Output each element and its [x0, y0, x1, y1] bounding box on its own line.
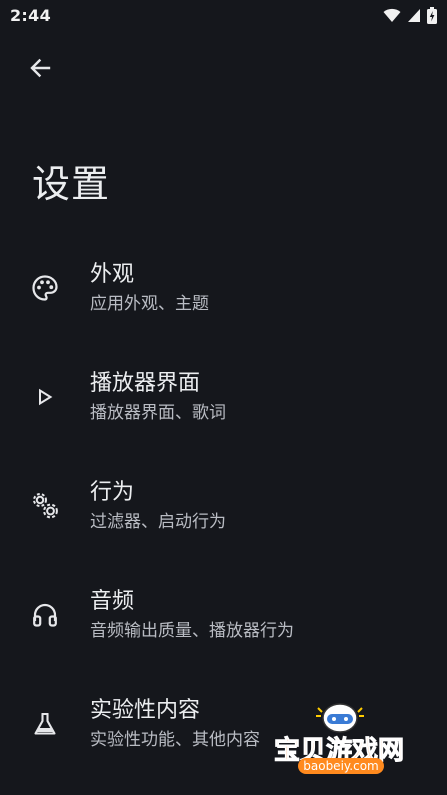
settings-item-appearance[interactable]: 外观 应用外观、主题 — [0, 238, 447, 347]
settings-item-text: 外观 应用外观、主题 — [90, 260, 209, 316]
settings-item-title: 外观 — [90, 262, 135, 287]
settings-screen: 2:44 设置 外观 应用外观、主题 播放器界面 播放器界面、歌词 行为 过滤器… — [0, 0, 447, 795]
settings-item-text: 行为 过滤器、启动行为 — [90, 478, 226, 534]
battery-icon — [427, 6, 437, 24]
headphones-icon — [30, 600, 60, 630]
settings-item-title: 音频 — [90, 589, 135, 614]
settings-item-subtitle: 实验性功能、其他内容 — [90, 730, 260, 750]
status-icons — [383, 6, 437, 24]
settings-item-player-ui[interactable]: 播放器界面 播放器界面、歌词 — [0, 347, 447, 456]
settings-item-behavior[interactable]: 行为 过滤器、启动行为 — [0, 456, 447, 565]
back-button[interactable] — [22, 52, 58, 88]
settings-item-text: 音频 音频输出质量、播放器行为 — [90, 587, 294, 643]
status-bar: 2:44 — [0, 0, 447, 30]
palette-icon — [30, 273, 60, 303]
settings-item-text: 播放器界面 播放器界面、歌词 — [90, 369, 226, 425]
settings-item-text: 实验性内容 实验性功能、其他内容 — [90, 696, 260, 752]
page-title: 设置 — [32, 162, 111, 206]
wifi-icon — [383, 8, 401, 23]
flask-icon — [30, 709, 60, 739]
status-time: 2:44 — [10, 6, 51, 25]
settings-item-audio[interactable]: 音频 音频输出质量、播放器行为 — [0, 565, 447, 674]
play-icon — [30, 382, 60, 412]
gears-icon — [30, 491, 60, 521]
watermark-logo: 宝贝游戏网 baobeiy.com — [268, 700, 428, 795]
signal-icon — [407, 8, 421, 23]
settings-item-subtitle: 播放器界面、歌词 — [90, 403, 226, 423]
settings-item-title: 播放器界面 — [90, 371, 201, 396]
settings-item-subtitle: 音频输出质量、播放器行为 — [90, 621, 294, 641]
settings-item-title: 行为 — [90, 480, 135, 505]
arrow-back-icon — [29, 57, 51, 83]
settings-item-title: 实验性内容 — [90, 698, 201, 723]
settings-item-subtitle: 过滤器、启动行为 — [90, 512, 226, 532]
settings-item-subtitle: 应用外观、主题 — [90, 294, 209, 314]
watermark-url: baobeiy.com — [298, 758, 384, 774]
